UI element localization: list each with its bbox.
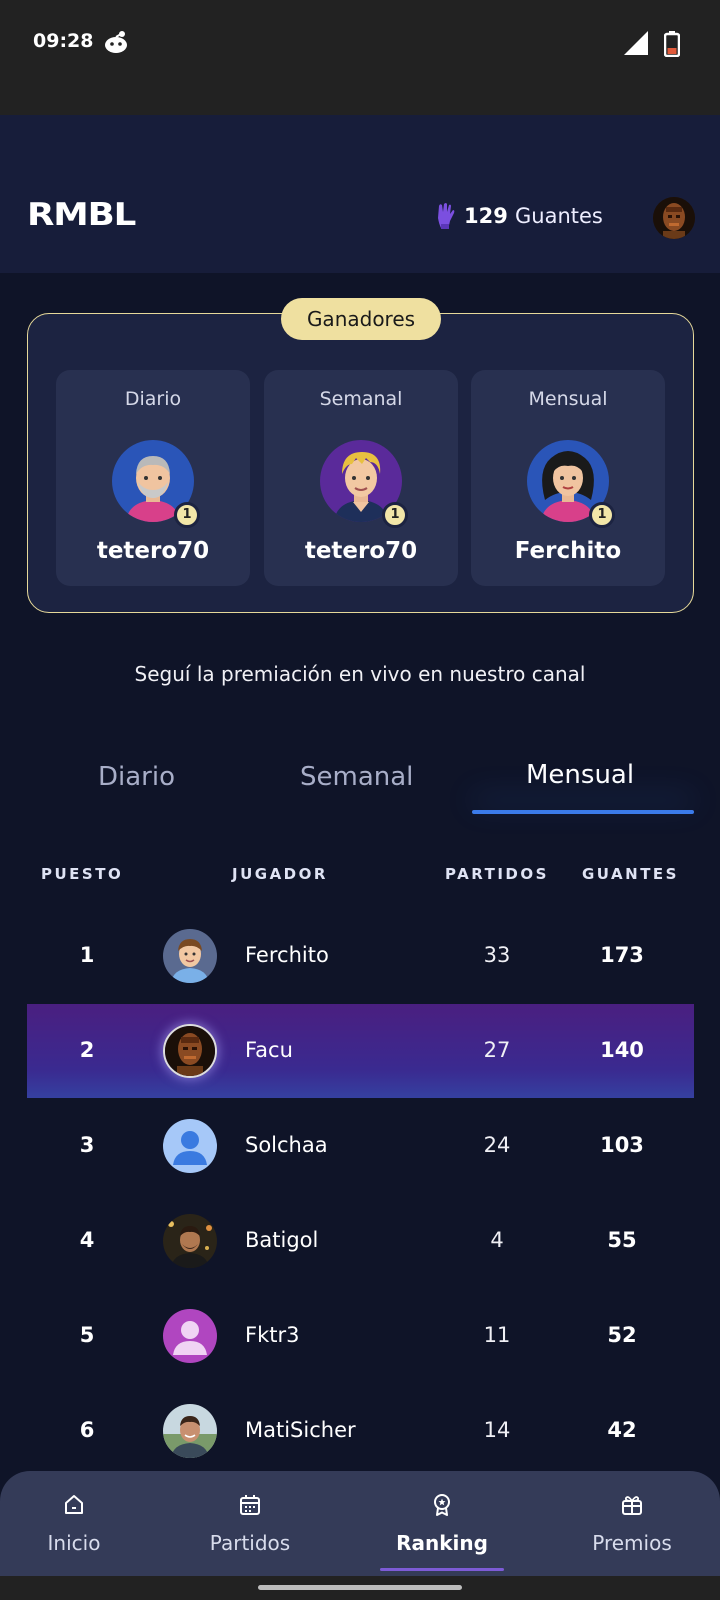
player-name: Ferchito [245,943,329,967]
player-matches: 33 [483,943,511,967]
app-logo[interactable]: RMBL [27,197,136,233]
home-gesture-handle[interactable] [258,1585,462,1590]
row-rank: 5 [79,1323,95,1347]
gloves-label: Guantes [515,204,603,228]
row-rank: 4 [79,1228,95,1252]
player-matches: 11 [483,1323,511,1347]
glove-icon [438,203,455,229]
player-matches: 4 [490,1228,504,1252]
winner-name: tetero70 [304,538,418,564]
active-tab-indicator [472,810,694,814]
row-rank: 1 [79,943,95,967]
calendar-icon [240,1495,260,1515]
player-name: Solchaa [245,1133,328,1157]
player-gloves: 42 [607,1418,637,1442]
winner-monthly[interactable]: Mensual 1 Ferchito [471,370,665,586]
tab-diario[interactable]: Diario [98,762,175,792]
status-time: 09:28 [33,30,94,52]
row-rank: 3 [79,1133,95,1157]
nav-item-inicio[interactable]: Inicio [0,1471,164,1576]
gloves-count: 129 [464,204,508,228]
table-row[interactable]: 5 Fktr3 11 52 [27,1289,694,1383]
table-row[interactable]: 1 Ferchito 33 173 [27,909,694,1003]
tab-mensual[interactable]: Mensual [526,760,634,790]
tab-semanal[interactable]: Semanal [300,762,413,792]
status-bar: 09:28 [0,0,720,115]
home-icon [65,1495,83,1514]
rank-medal-badge: 1 [174,502,200,528]
nav-label: Ranking [396,1531,488,1555]
winner-period-label: Mensual [528,388,608,410]
winner-name: tetero70 [96,538,210,564]
player-avatar [163,1309,217,1363]
table-row-current-user[interactable]: 2 Facu 27 140 [27,1004,694,1098]
player-avatar [163,929,217,983]
player-gloves: 173 [600,943,644,967]
nav-label: Partidos [209,1531,291,1555]
player-avatar [163,1404,217,1458]
winner-weekly[interactable]: Semanal 1 tetero70 [264,370,458,586]
row-rank: 6 [79,1418,95,1442]
app-header: RMBL 129 Guantes [0,115,720,273]
signal-icon [624,31,648,55]
column-header-rank: PUESTO [41,865,124,883]
active-nav-indicator [380,1568,504,1571]
player-name: Facu [245,1038,293,1062]
nav-item-ranking[interactable]: Ranking [352,1471,532,1576]
winner-daily[interactable]: Diario 1 tetero70 [56,370,250,586]
player-gloves: 103 [600,1133,644,1157]
promo-text[interactable]: Seguí la premiación en vivo en nuestro c… [0,662,720,686]
nav-item-partidos[interactable]: Partidos [160,1471,340,1576]
winner-period-label: Diario [124,388,182,410]
winner-name: Ferchito [514,538,622,564]
player-matches: 14 [483,1418,511,1442]
award-icon [434,1494,450,1516]
player-gloves: 52 [607,1323,637,1347]
rank-medal-badge: 1 [589,502,615,528]
player-name: MatiSicher [245,1418,356,1442]
player-avatar [163,1119,217,1173]
column-header-player: JUGADOR [232,865,328,883]
player-avatar [163,1214,217,1268]
rank-medal-badge: 1 [382,502,408,528]
player-matches: 24 [483,1133,511,1157]
row-rank: 2 [79,1038,95,1062]
table-row[interactable]: 6 MatiSicher 14 42 [27,1384,694,1478]
battery-icon [664,31,680,57]
nav-label: Inicio [47,1531,101,1555]
player-name: Batigol [245,1228,319,1252]
player-matches: 27 [483,1038,511,1062]
app-notification-icon [105,31,127,53]
nav-item-premios[interactable]: Premios [542,1471,720,1576]
bottom-navigation: Inicio Partidos Ranking Premios [0,1471,720,1576]
winners-badge: Ganadores [281,298,441,340]
table-row[interactable]: 3 Solchaa 24 103 [27,1099,694,1193]
column-header-matches: PARTIDOS [445,865,549,883]
profile-avatar[interactable] [653,197,695,239]
player-gloves: 140 [600,1038,644,1062]
table-row[interactable]: 4 Batigol 4 55 [27,1194,694,1288]
player-avatar [163,1024,217,1078]
player-gloves: 55 [607,1228,637,1252]
gift-icon [622,1496,642,1515]
nav-label: Premios [592,1531,672,1555]
player-name: Fktr3 [245,1323,300,1347]
column-header-gloves: GUANTES [582,865,679,883]
winner-period-label: Semanal [319,388,403,410]
